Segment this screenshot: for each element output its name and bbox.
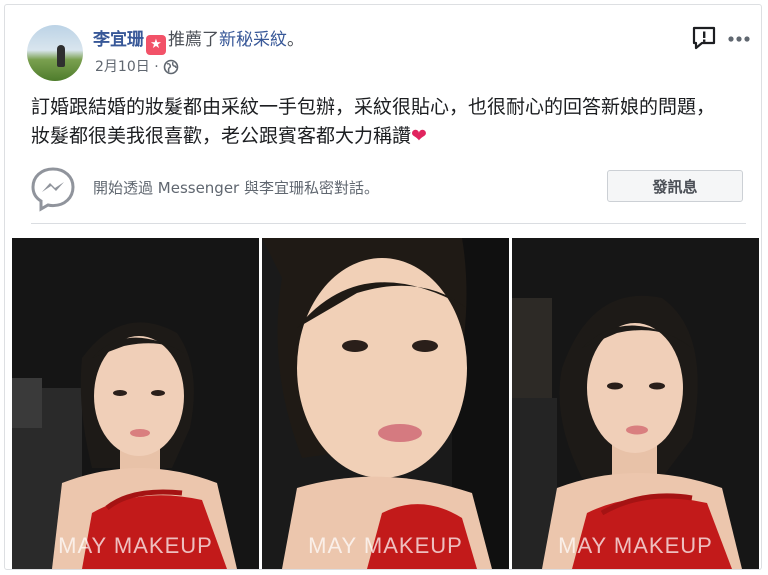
post-date-link[interactable]: 2月10日 <box>95 59 150 75</box>
avatar-figure <box>57 45 65 67</box>
meta-separator: · <box>154 59 159 75</box>
more-options-icon[interactable] <box>727 31 753 45</box>
post-header-line: 李宜珊 ★ 推薦了新秘采紋。 <box>93 27 304 55</box>
messenger-icon <box>29 165 77 213</box>
photo-1-watermark: MAY MAKEUP <box>58 533 213 558</box>
post-body-text: 訂婚跟結婚的妝髮都由采紋一手包辦，采紋很貼心，也很耐心的回答新娘的問題，妝髮都很… <box>31 96 716 147</box>
divider <box>31 223 746 224</box>
star-badge-icon: ★ <box>146 35 166 55</box>
author-name-link[interactable]: 李宜珊 <box>93 30 144 50</box>
post-body: 訂婚跟結婚的妝髮都由采紋一手包辦，采紋很貼心，也很耐心的回答新娘的問題，妝髮都很… <box>31 93 731 151</box>
photo-3[interactable]: MAY MAKEUP <box>512 238 759 569</box>
page-name-link[interactable]: 新秘采紋 <box>219 30 287 50</box>
photo-1[interactable]: MAY MAKEUP <box>12 238 259 569</box>
avatar[interactable] <box>27 25 83 81</box>
report-icon[interactable] <box>691 25 717 51</box>
send-message-button[interactable]: 發訊息 <box>607 170 743 202</box>
photo-1-image <box>12 238 259 569</box>
photo-2[interactable]: MAY MAKEUP <box>262 238 509 569</box>
messenger-prompt: 開始透過 Messenger 與李宜珊私密對話。 <box>93 179 379 197</box>
post-meta: 2月10日 · <box>95 57 179 81</box>
globe-icon[interactable] <box>163 59 179 81</box>
period-text: 。 <box>287 30 304 50</box>
action-text: 推薦了 <box>168 30 219 50</box>
photo-2-watermark: MAY MAKEUP <box>308 533 463 558</box>
post-card: 李宜珊 ★ 推薦了新秘采紋。 2月10日 · 訂婚跟結婚的妝髮都由采紋一手包辦，采紋… <box>4 4 762 570</box>
photo-3-image <box>512 238 759 569</box>
heart-emoji: ❤ <box>411 125 427 147</box>
photo-3-watermark: MAY MAKEUP <box>558 533 713 558</box>
photo-2-image <box>262 238 509 569</box>
messenger-row: 開始透過 Messenger 與李宜珊私密對話。 發訊息 <box>29 163 745 215</box>
